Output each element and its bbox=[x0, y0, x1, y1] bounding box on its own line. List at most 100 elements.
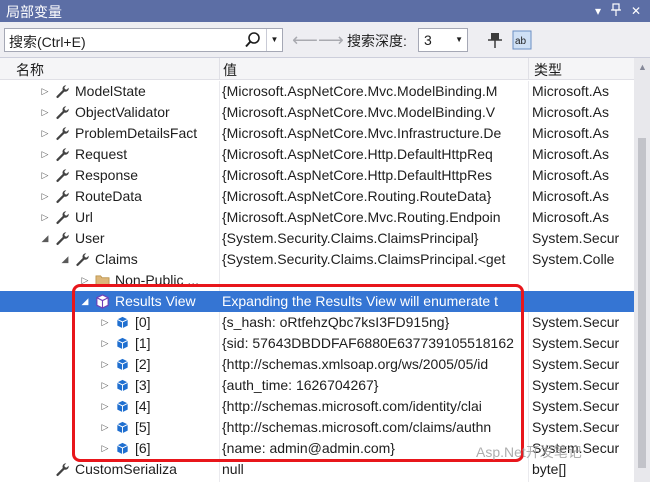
row-name-cell: ▷ Url bbox=[0, 207, 218, 228]
tree-row[interactable]: ◢ User {System.Security.Claims.ClaimsPrinc… bbox=[0, 228, 634, 249]
tree-row[interactable]: ▷ ModelState {Microsoft.AspNetCore.Mvc.Mod… bbox=[0, 81, 634, 102]
expand-arrow-icon[interactable]: ▷ bbox=[40, 186, 50, 207]
scroll-up-icon[interactable]: ▲ bbox=[638, 62, 647, 72]
expand-arrow-icon[interactable]: ▷ bbox=[100, 438, 110, 459]
row-type-cell: Microsoft.As bbox=[532, 188, 610, 204]
row-value-cell: {auth_time: 1626704267} bbox=[222, 377, 379, 393]
row-name-label: [2] bbox=[135, 356, 151, 372]
row-name-cell: ▷ [4] bbox=[0, 396, 218, 417]
row-name-cell: ▷ [1] bbox=[0, 333, 218, 354]
row-type-cell bbox=[532, 291, 634, 312]
tree-row[interactable]: ▷ Request {Microsoft.AspNetCore.Http.Defau… bbox=[0, 144, 634, 165]
row-value-cell: {Microsoft.AspNetCore.Mvc.ModelBinding.M bbox=[222, 83, 498, 99]
search-depth-select[interactable]: 3 ▼ bbox=[418, 28, 468, 52]
collapse-arrow-icon[interactable]: ◢ bbox=[40, 228, 50, 249]
window-title: 局部变量 bbox=[6, 4, 62, 20]
expand-arrow-icon[interactable]: ▷ bbox=[100, 396, 110, 417]
expand-arrow-icon[interactable]: ▷ bbox=[40, 81, 50, 102]
expand-arrow-icon[interactable]: ▷ bbox=[40, 165, 50, 186]
column-name-header[interactable]: 名称 bbox=[16, 60, 44, 80]
expand-arrow-icon[interactable]: ▷ bbox=[100, 312, 110, 333]
row-name-cell: CustomSerializa bbox=[0, 459, 218, 480]
row-name-cell: ▷ ObjectValidator bbox=[0, 102, 218, 123]
forward-arrow-icon[interactable]: ⟶ bbox=[318, 30, 344, 51]
row-type-cell: System.Secur bbox=[532, 230, 620, 246]
tree-row[interactable]: ▷ Response {Microsoft.AspNetCore.Http.Defa… bbox=[0, 165, 634, 186]
expand-arrow-icon[interactable]: ▷ bbox=[100, 333, 110, 354]
column-divider[interactable] bbox=[528, 58, 529, 80]
row-name-label: ObjectValidator bbox=[75, 104, 170, 120]
collapse-arrow-icon[interactable]: ◢ bbox=[80, 291, 90, 312]
expand-arrow-icon[interactable]: ▷ bbox=[100, 375, 110, 396]
expand-arrow-icon[interactable]: ▷ bbox=[100, 354, 110, 375]
column-header: 名称 值 类型 bbox=[0, 58, 650, 80]
expand-arrow-icon[interactable]: ▷ bbox=[40, 207, 50, 228]
row-value-cell: {http://schemas.xmlsoap.org/ws/2005/05/i… bbox=[222, 356, 489, 372]
collapse-arrow-icon[interactable]: ◢ bbox=[60, 249, 70, 270]
watermark: Asp.Net开发笔记 bbox=[476, 444, 582, 460]
row-type-cell: Microsoft.As bbox=[532, 209, 610, 225]
column-divider[interactable] bbox=[219, 58, 220, 80]
text-view-icon[interactable]: ab bbox=[512, 30, 532, 50]
row-type-cell: byte[] bbox=[532, 461, 567, 477]
row-name-cell: ▷ [2] bbox=[0, 354, 218, 375]
row-type-cell: Microsoft.As bbox=[532, 167, 610, 183]
tree-row[interactable]: ▷ RouteData {Microsoft.AspNetCore.Routing.… bbox=[0, 186, 634, 207]
row-name-label: Non-Public ... bbox=[115, 272, 200, 288]
tree-row[interactable]: ▷ [1] {sid: 57643DBDDFAF6880E6377391055181… bbox=[0, 333, 634, 354]
tree-row[interactable]: ◢ Claims {System.Security.Claims.ClaimsPri… bbox=[0, 249, 634, 270]
close-icon[interactable]: ✕ bbox=[628, 3, 644, 19]
blue-cube-icon bbox=[115, 420, 130, 435]
tree-row[interactable]: ▷ Url {Microsoft.AspNetCore.Mvc.Routing.En… bbox=[0, 207, 634, 228]
tree-row[interactable]: ▷ [4] {http://schemas.microsoft.com/identi… bbox=[0, 396, 634, 417]
row-name-cell: ▷ RouteData bbox=[0, 186, 218, 207]
dropdown-arrow-icon[interactable]: ▾ bbox=[590, 3, 606, 19]
tree-row[interactable]: ▷ [3] {auth_time: 1626704267} System.Secur bbox=[0, 375, 634, 396]
back-arrow-icon[interactable]: ⟵ bbox=[292, 30, 318, 51]
expand-arrow-icon[interactable]: ▷ bbox=[40, 144, 50, 165]
wrench-icon bbox=[55, 84, 70, 99]
row-name-cell: ▷ ProblemDetailsFact bbox=[0, 123, 218, 144]
row-value-cell: {Microsoft.AspNetCore.Mvc.Infrastructure… bbox=[222, 125, 502, 141]
row-name-label: [1] bbox=[135, 335, 151, 351]
wrench-icon bbox=[55, 147, 70, 162]
blue-cube-icon bbox=[115, 441, 130, 456]
expand-arrow-icon[interactable]: ▷ bbox=[40, 123, 50, 144]
blue-cube-icon bbox=[115, 315, 130, 330]
pin-filter-icon[interactable] bbox=[485, 30, 505, 50]
row-name-label: Results View bbox=[115, 293, 196, 309]
expand-arrow-icon[interactable]: ▷ bbox=[100, 417, 110, 438]
row-type-cell: System.Secur bbox=[532, 377, 620, 393]
tree-row[interactable]: ▷ Non-Public ... bbox=[0, 270, 634, 291]
cube-icon bbox=[95, 294, 110, 309]
row-value-cell: {Microsoft.AspNetCore.Http.DefaultHttpRe… bbox=[222, 167, 492, 183]
expand-arrow-icon[interactable]: ▷ bbox=[40, 102, 50, 123]
column-value-header[interactable]: 值 bbox=[223, 60, 237, 80]
wrench-icon bbox=[75, 252, 90, 267]
tree-row[interactable]: ▷ [0] {s_hash: oRtfehzQbc7ksI3FD915ng} Syst… bbox=[0, 312, 634, 333]
vertical-scrollbar[interactable]: ▲ bbox=[634, 58, 650, 482]
search-dropdown-icon[interactable]: ▼ bbox=[266, 29, 282, 51]
tree-row[interactable]: ▷ ObjectValidator {Microsoft.AspNetCore.Mv… bbox=[0, 102, 634, 123]
tree-row[interactable]: ▷ [2] {http://schemas.xmlsoap.org/ws/2005/… bbox=[0, 354, 634, 375]
row-name-label: Request bbox=[75, 146, 128, 162]
scrollbar-thumb[interactable] bbox=[638, 138, 646, 468]
chevron-down-icon: ▼ bbox=[455, 35, 463, 44]
tree-row[interactable]: ▷ ProblemDetailsFact {Microsoft.AspNetCore… bbox=[0, 123, 634, 144]
search-icon[interactable] bbox=[244, 31, 262, 49]
tree-row[interactable]: CustomSerializa null byte[] bbox=[0, 459, 634, 480]
row-name-label: CustomSerializa bbox=[75, 461, 177, 477]
row-value-cell bbox=[222, 270, 527, 291]
tree-row[interactable]: ▷ [5] {http://schemas.microsoft.com/claims… bbox=[0, 417, 634, 438]
row-name-cell: ▷ [5] bbox=[0, 417, 218, 438]
blue-cube-icon bbox=[115, 357, 130, 372]
tree-row[interactable]: ◢ Results View Expanding the Results View … bbox=[0, 291, 634, 312]
expand-arrow-icon[interactable]: ▷ bbox=[80, 270, 90, 291]
search-input[interactable]: 搜索(Ctrl+E) ▼ bbox=[4, 28, 283, 52]
row-value-cell: {s_hash: oRtfehzQbc7ksI3FD915ng} bbox=[222, 314, 450, 330]
pin-icon[interactable] bbox=[608, 3, 624, 19]
wrench-icon bbox=[55, 462, 70, 477]
column-type-header[interactable]: 类型 bbox=[534, 60, 562, 80]
wrench-icon bbox=[55, 105, 70, 120]
wrench-icon bbox=[55, 168, 70, 183]
